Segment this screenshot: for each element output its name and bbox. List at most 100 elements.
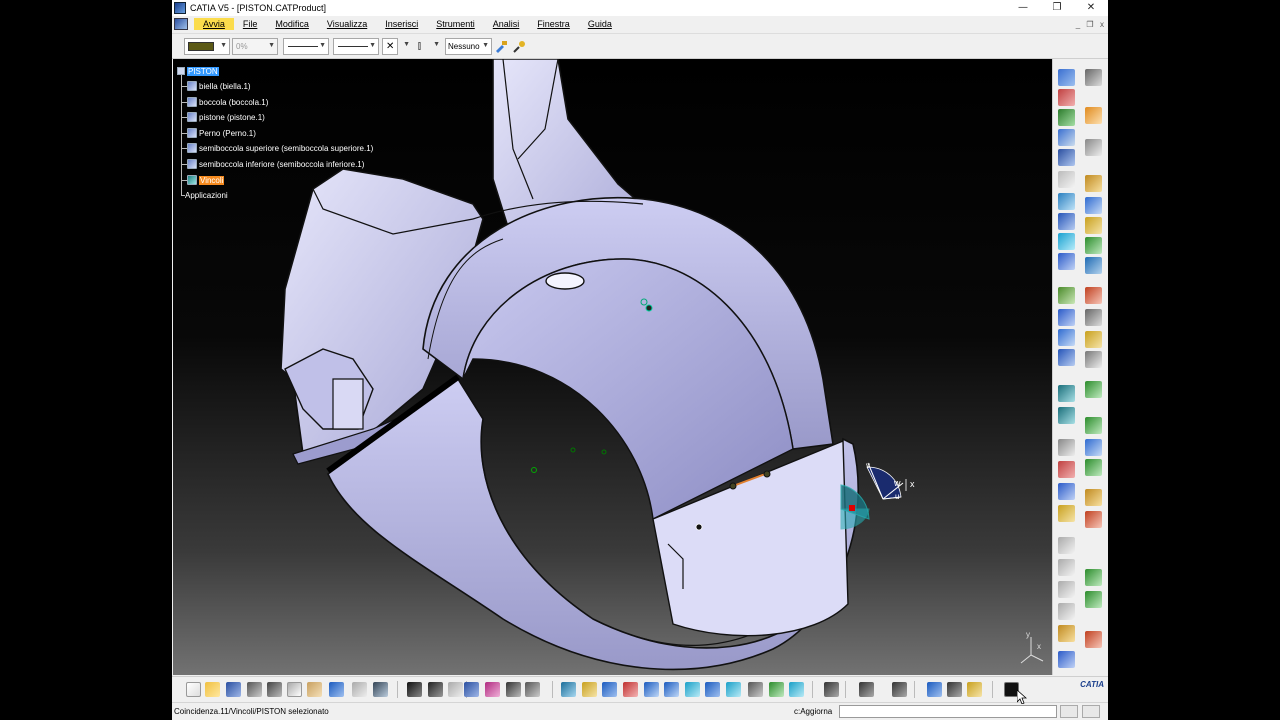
grid-icon[interactable] <box>1085 631 1102 648</box>
stamp-icon[interactable] <box>1058 651 1075 668</box>
print-icon[interactable] <box>247 682 262 697</box>
camera-icon[interactable] <box>859 682 874 697</box>
point-symbol-dropdown[interactable]: ✕ <box>382 38 398 55</box>
fix-component-icon[interactable] <box>1085 217 1102 234</box>
angle-constraint-icon[interactable] <box>1058 213 1075 230</box>
menu-inserisci[interactable]: Inserisci <box>376 18 427 30</box>
close-button[interactable]: ✕ <box>1074 0 1108 16</box>
comment-icon[interactable] <box>428 682 443 697</box>
split-icon[interactable] <box>1085 287 1102 304</box>
format-painter-button[interactable] <box>494 38 510 55</box>
swap-visible-space-icon[interactable] <box>789 682 804 697</box>
catalog-icon[interactable] <box>464 682 479 697</box>
enovia-icon[interactable] <box>1058 625 1075 642</box>
redo-icon[interactable] <box>352 682 367 697</box>
render-style-icon[interactable] <box>748 682 763 697</box>
graphic-properties-button[interactable] <box>512 38 528 55</box>
tree-item-biella[interactable]: biella (biella.1) <box>187 80 251 92</box>
menu-avvia[interactable]: Avvia <box>194 18 234 30</box>
menu-analisi[interactable]: Analisi <box>484 18 529 30</box>
product-structure-icon[interactable] <box>1058 89 1075 106</box>
catalog-icon[interactable] <box>1058 329 1075 346</box>
light-icon[interactable] <box>1085 489 1102 506</box>
mdi-minimize-button[interactable]: _ <box>1072 20 1084 29</box>
minimize-button[interactable]: — <box>1006 0 1040 16</box>
mechanism-icon[interactable] <box>927 682 942 697</box>
hole-icon[interactable] <box>1058 309 1075 326</box>
save-icon[interactable] <box>226 682 241 697</box>
gear-icon[interactable] <box>1085 69 1102 86</box>
cube-icon[interactable] <box>506 682 521 697</box>
tree-item-applicazioni[interactable]: Applicazioni <box>185 189 228 201</box>
measure-icon[interactable] <box>824 682 839 697</box>
pan-icon[interactable] <box>602 682 617 697</box>
contact-constraint-icon[interactable] <box>1058 193 1075 210</box>
update-icon[interactable] <box>892 682 907 697</box>
sensor-icon[interactable] <box>967 682 982 697</box>
change-constraint-icon[interactable] <box>1085 257 1102 274</box>
zoom-in-icon[interactable] <box>644 682 659 697</box>
whats-this-icon[interactable] <box>373 682 388 697</box>
line-thickness-dropdown[interactable]: ▼ <box>283 38 329 55</box>
layer-dropdown[interactable]: Nessuno ▼ <box>445 38 492 55</box>
view-plane-icon[interactable] <box>1058 407 1075 424</box>
fit-all-icon[interactable] <box>582 682 597 697</box>
normal-view-icon[interactable] <box>685 682 700 697</box>
menu-modifica[interactable]: Modifica <box>266 18 318 30</box>
explode-icon[interactable] <box>1085 139 1102 156</box>
rotate-icon[interactable] <box>623 682 638 697</box>
snap-icon[interactable] <box>1058 129 1075 146</box>
bill-of-material-icon[interactable] <box>1085 331 1102 348</box>
publication-icon[interactable] <box>1058 505 1075 522</box>
reuse-pattern-icon[interactable] <box>1058 287 1075 304</box>
anchor-icon[interactable] <box>1058 149 1075 166</box>
scene-icon[interactable] <box>1058 349 1075 366</box>
undo-icon[interactable] <box>329 682 344 697</box>
renumber-icon[interactable] <box>1085 591 1102 608</box>
offset-constraint-icon[interactable] <box>1085 197 1102 214</box>
reorder-icon[interactable] <box>1085 569 1102 586</box>
flexible-rigid-icon[interactable] <box>1058 253 1075 270</box>
text-edit-icon[interactable] <box>1058 559 1075 576</box>
fit-icon[interactable] <box>525 682 540 697</box>
tree-item-vincoli[interactable]: Vincoli <box>187 174 225 186</box>
status-button-1[interactable] <box>1060 705 1078 718</box>
texture-icon[interactable] <box>1085 511 1102 528</box>
zoom-out-icon[interactable] <box>664 682 679 697</box>
move-icon[interactable] <box>1058 109 1075 126</box>
simulation-icon[interactable] <box>947 682 962 697</box>
multi-view-icon[interactable] <box>705 682 720 697</box>
menu-guida[interactable]: Guida <box>579 18 621 30</box>
tree-item-semiboccola-superiore[interactable]: semiboccola superiore (semiboccola super… <box>187 142 373 154</box>
menu-strumenti[interactable]: Strumenti <box>427 18 484 30</box>
view-direction-icon[interactable] <box>1058 385 1075 402</box>
status-button-2[interactable] <box>1082 705 1100 718</box>
new-icon[interactable] <box>186 682 201 697</box>
distance-band-icon[interactable] <box>1085 417 1102 434</box>
fix-together-icon[interactable] <box>1058 233 1075 250</box>
text-icon[interactable] <box>1058 537 1075 554</box>
copy-icon[interactable] <box>287 682 302 697</box>
menu-visualizza[interactable]: Visualizza <box>318 18 376 30</box>
pocket-icon[interactable] <box>1085 309 1102 326</box>
mdi-close-button[interactable]: x <box>1096 20 1108 29</box>
line-type-dropdown[interactable]: ▼ <box>333 38 379 55</box>
mdi-restore-button[interactable]: ❐ <box>1084 20 1096 29</box>
coincidence-constraint-icon[interactable] <box>1085 175 1102 192</box>
generative-icon[interactable] <box>1085 459 1102 476</box>
hide-show-icon[interactable] <box>769 682 784 697</box>
open-icon[interactable] <box>205 682 220 697</box>
transparency-dropdown[interactable]: 0% ▼ <box>232 38 278 55</box>
formula-icon[interactable] <box>407 682 422 697</box>
power-input[interactable] <box>839 705 1057 718</box>
maximize-button[interactable]: ❐ <box>1040 0 1074 16</box>
annotation-icon[interactable] <box>1085 351 1102 368</box>
design-table-icon[interactable] <box>448 682 463 697</box>
tree-item-boccola[interactable]: boccola (boccola.1) <box>187 96 268 108</box>
document-icon[interactable] <box>174 18 188 30</box>
catalog-browser-icon[interactable] <box>1058 603 1075 620</box>
paste-icon[interactable] <box>307 682 322 697</box>
rendering-style-dropdown[interactable]: ⫿ ▼ <box>416 38 442 55</box>
clearance-icon[interactable] <box>1058 483 1075 500</box>
clash-icon[interactable] <box>1058 171 1075 188</box>
